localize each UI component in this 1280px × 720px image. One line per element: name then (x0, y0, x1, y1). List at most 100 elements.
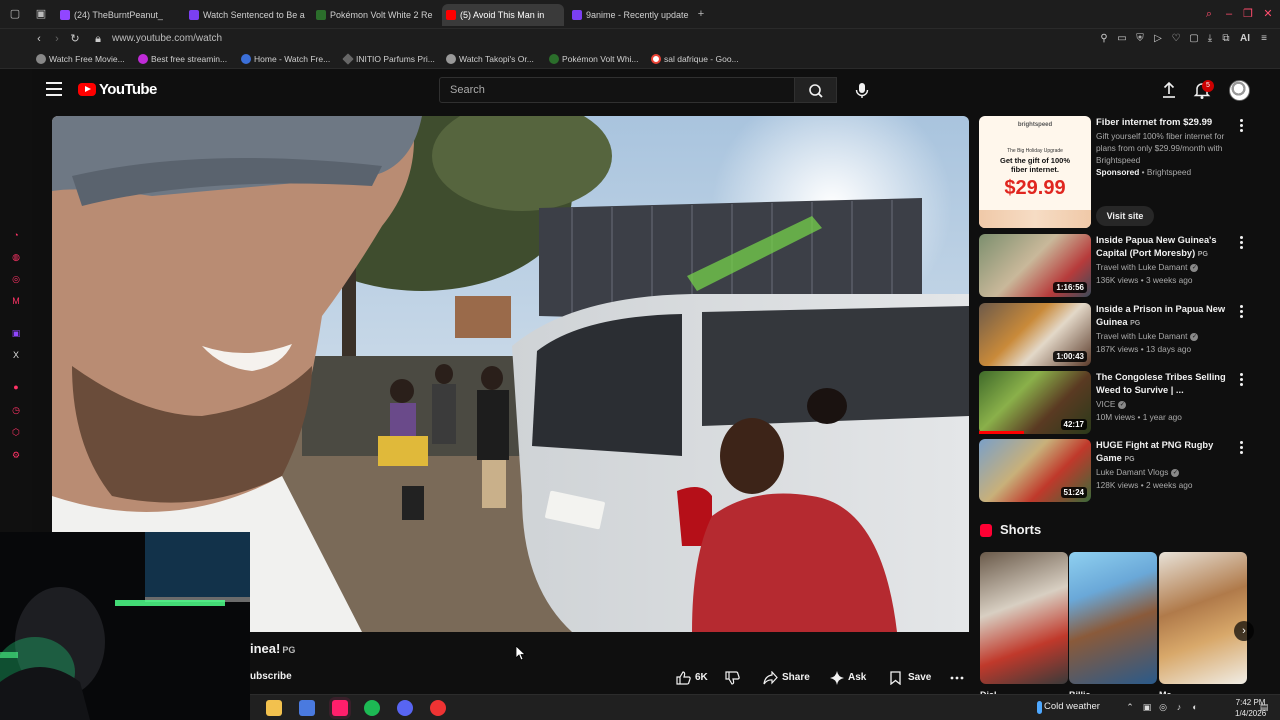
bookmark-item[interactable]: Watch Free Movie... (36, 52, 125, 66)
dislike-button[interactable] (725, 668, 741, 688)
ai-extension-icon[interactable]: AI (1236, 32, 1254, 46)
recommendation-title[interactable]: Inside a Prison in Papua New Guinea PG (1096, 303, 1226, 330)
volume-icon[interactable]: ◐ (1189, 701, 1201, 713)
spotify-icon[interactable] (364, 700, 380, 716)
chevron-right-icon[interactable]: › (1234, 621, 1254, 641)
tab-sentenced[interactable]: Watch Sentenced to Be a (185, 4, 310, 26)
side-app-icon[interactable]: ◎ (10, 273, 22, 285)
ad-title[interactable]: Fiber internet from $29.99 (1096, 117, 1212, 128)
ad-thumbnail[interactable]: brightspeed The Big Holiday Upgrade Get … (979, 116, 1091, 228)
voice-search-button[interactable] (850, 77, 874, 103)
store-icon[interactable] (299, 700, 315, 716)
wallet-icon[interactable]: ▢ (1187, 32, 1201, 46)
short-thumbnail[interactable] (980, 552, 1068, 684)
recommendation-item[interactable]: 42:17 The Congolese Tribes Selling Weed … (978, 371, 1268, 434)
back-icon[interactable]: ‹ (31, 31, 47, 47)
menu-icon[interactable]: ≡ (1257, 32, 1271, 46)
video-thumbnail[interactable]: 1:00:43 (979, 303, 1091, 366)
tab-youtube-active[interactable]: (5) Avoid This Man in (442, 4, 564, 26)
screenshot-icon[interactable]: ⧉ (1219, 32, 1233, 46)
url-field[interactable]: www.youtube.com/watch (112, 31, 222, 47)
recommendation-title[interactable]: Inside Papua New Guinea's Capital (Port … (1096, 234, 1226, 261)
search-input[interactable]: Search (439, 77, 795, 103)
ad-more-icon[interactable] (1239, 119, 1245, 133)
sidebar-toggle-icon[interactable]: ▢ (8, 8, 22, 21)
x-icon[interactable]: X (10, 349, 22, 361)
app-icon[interactable] (430, 700, 446, 716)
account-avatar[interactable] (1229, 80, 1250, 101)
notifications-icon[interactable]: ▤ (1258, 701, 1270, 713)
tray-app-icon[interactable]: ▣ (1141, 701, 1153, 713)
network-icon[interactable]: ◎ (1157, 701, 1169, 713)
search-button[interactable] (795, 77, 837, 103)
more-options-icon[interactable] (1239, 441, 1245, 455)
browser-icon[interactable] (332, 700, 348, 716)
tab-pokemon[interactable]: Pokémon Volt White 2 Re (312, 4, 438, 26)
lock-icon[interactable]: 🔒︎ (90, 31, 106, 47)
microphone-icon[interactable]: ♪ (1173, 701, 1185, 713)
reload-icon[interactable]: ↻ (67, 31, 83, 47)
more-actions-button[interactable] (950, 668, 964, 688)
video-thumbnail[interactable]: 1:16:56 (979, 234, 1091, 297)
recommendation-item[interactable]: 1:16:56 Inside Papua New Guinea's Capita… (978, 234, 1268, 297)
diamond-icon (342, 53, 354, 65)
video-thumbnail[interactable]: 51:24 (979, 439, 1091, 502)
recommendation-title[interactable]: The Congolese Tribes Selling Weed to Sur… (1096, 371, 1226, 397)
subscribe-button[interactable]: ubscribe (250, 671, 292, 682)
visit-site-button[interactable]: Visit site (1096, 206, 1154, 226)
channel-name[interactable]: Luke Damant Vlogs ✓ (1096, 467, 1180, 478)
bookmark-item[interactable]: Pokémon Volt Whi... (549, 52, 639, 66)
channel-name[interactable]: VICE ✓ (1096, 399, 1127, 410)
twitch-icon[interactable]: ▣ (10, 327, 22, 339)
maximize-icon[interactable]: ❐ (1242, 8, 1254, 20)
recommendation-item[interactable]: 51:24 HUGE Fight at PNG Rugby Game PG Lu… (978, 439, 1268, 502)
bookmark-item[interactable]: Home - Watch Fre... (241, 52, 330, 66)
tab-9anime[interactable]: 9anime - Recently update (568, 4, 690, 26)
google-icon (651, 54, 661, 64)
bookmark-item[interactable]: sal dafrique - Goo... (651, 52, 739, 66)
side-app-icon[interactable]: M (10, 295, 22, 307)
chevron-up-icon[interactable]: ⌃ (1124, 701, 1136, 713)
bookmark-page-icon[interactable]: ▭ (1115, 32, 1129, 46)
minimize-icon[interactable]: – (1223, 8, 1235, 20)
close-window-icon[interactable]: ✕ (1262, 8, 1274, 20)
channel-name[interactable]: Travel with Luke Damant ✓ (1096, 262, 1199, 273)
bookmark-item[interactable]: Watch Takopi's Or... (446, 52, 534, 66)
recommendation-title[interactable]: HUGE Fight at PNG Rugby Game PG (1096, 439, 1226, 466)
hamburger-menu-icon[interactable] (46, 82, 62, 96)
tab-twitch[interactable]: (24) TheBurntPeanut_ (56, 4, 180, 26)
tab-overview-icon[interactable]: ▣ (34, 8, 48, 21)
channel-name[interactable]: Travel with Luke Damant ✓ (1096, 331, 1199, 342)
extensions-icon[interactable]: ⬡ (10, 426, 22, 438)
more-options-icon[interactable] (1239, 305, 1245, 319)
short-thumbnail[interactable] (1069, 552, 1157, 684)
camera-icon[interactable]: ▷ (1151, 32, 1165, 46)
forward-icon[interactable]: › (49, 31, 65, 47)
save-button[interactable]: Save (889, 668, 933, 688)
shield-icon[interactable]: ⛨ (1133, 32, 1147, 46)
more-options-icon[interactable] (1239, 236, 1245, 250)
spotify-icon[interactable]: ● (10, 381, 22, 393)
file-explorer-icon[interactable] (266, 700, 282, 716)
share-button[interactable]: Share (763, 668, 813, 688)
recommendation-item[interactable]: 1:00:43 Inside a Prison in Papua New Gui… (978, 303, 1268, 366)
new-tab-icon[interactable]: + (694, 8, 708, 21)
weather-text[interactable]: Cold weather (1044, 701, 1100, 712)
ask-button[interactable]: Ask (830, 668, 870, 688)
discord-icon[interactable] (397, 700, 413, 716)
video-thumbnail[interactable]: 42:17 (979, 371, 1091, 434)
upload-icon[interactable] (1159, 80, 1179, 100)
like-button[interactable]: 6K (676, 668, 712, 688)
settings-icon[interactable]: ⚙ (10, 449, 22, 461)
side-app-icon[interactable]: ◔ (10, 229, 22, 241)
bookmark-item[interactable]: INITIO Parfums Pri... (342, 52, 435, 66)
side-app-icon[interactable]: ◍ (10, 251, 22, 263)
download-icon[interactable]: ⤓ (1203, 32, 1217, 46)
heart-icon[interactable]: ♡ (1169, 32, 1183, 46)
history-icon[interactable]: ◷ (10, 404, 22, 416)
short-thumbnail[interactable] (1159, 552, 1247, 684)
more-options-icon[interactable] (1239, 373, 1245, 387)
search-tabs-icon[interactable]: ⌕ (1203, 8, 1215, 20)
bookmark-item[interactable]: Best free streamin... (138, 52, 227, 66)
pin-icon[interactable]: ⚲ (1097, 32, 1111, 46)
